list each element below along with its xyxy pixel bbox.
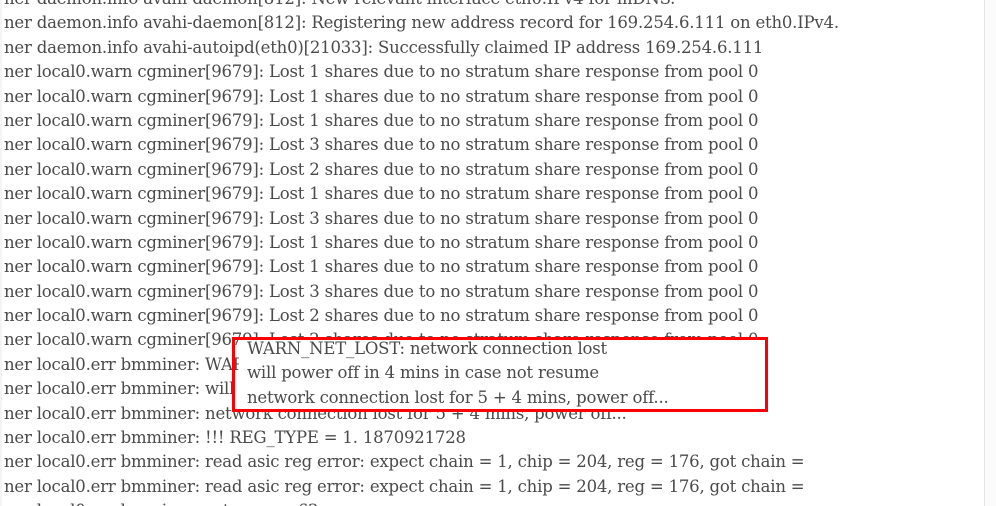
log-line: ner local0.err bmminer: !!! REG_TYPE = 1… — [4, 428, 466, 448]
log-line: ner local0.warn cgminer[9679]: Lost 1 sh… — [4, 110, 759, 130]
log-line: ner local0.warn cgminer[9679]: Lost 1 sh… — [4, 184, 759, 204]
log-line: ner local0.warn cgminer[9679]: Lost 2 sh… — [4, 159, 759, 179]
page-right-edge — [984, 0, 996, 506]
annotation-highlight-text: WARN_NET_LOST: network connection lost wi… — [239, 337, 768, 412]
log-line: ner local0.err bmminer: read asic reg er… — [4, 476, 805, 496]
log-line: ner local0.warn cgminer[9679]: Lost 1 sh… — [4, 86, 759, 106]
log-line: ner local0.warn cgminer[9679]: Lost 2 sh… — [4, 306, 759, 326]
log-line: ner local0.warn cgminer[9679]: Lost 3 sh… — [4, 208, 759, 228]
log-line: ner daemon.info avahi-daemon[812]: Regis… — [4, 13, 839, 33]
log-line: ner local0.warn cgminer[9679]: Lost 1 sh… — [4, 232, 759, 252]
log-line: ner local0.warn cgminer[9679]: Lost 1 sh… — [4, 257, 759, 277]
annotation-line: WARN_NET_LOST: network connection lost — [247, 339, 607, 358]
log-line: ner daemon.info avahi-daemon[812]: New r… — [0, 0, 996, 11]
annotation-line: will power off in 4 mins in case not res… — [247, 363, 599, 383]
log-output-area[interactable]: ner daemon.info avahi-daemon[812]: New r… — [0, 0, 996, 506]
annotation-line: network connection lost for 5 + 4 mins, … — [247, 387, 669, 407]
log-viewer-screen: ner daemon.info avahi-daemon[812]: New r… — [0, 0, 996, 506]
log-line: ner local0.err bmminer: read asic reg er… — [4, 452, 805, 472]
log-line: ner local0.warn cgminer[9679]: Lost 3 sh… — [4, 135, 759, 155]
log-line: ner local0.err bmminer: set pwm = 62 — [0, 499, 996, 506]
log-line: ner local0.warn cgminer[9679]: Lost 1 sh… — [4, 62, 759, 82]
log-line: ner daemon.info avahi-autoipd(eth0)[2103… — [4, 37, 764, 57]
log-line: ner local0.warn cgminer[9679]: Lost 3 sh… — [4, 281, 759, 301]
